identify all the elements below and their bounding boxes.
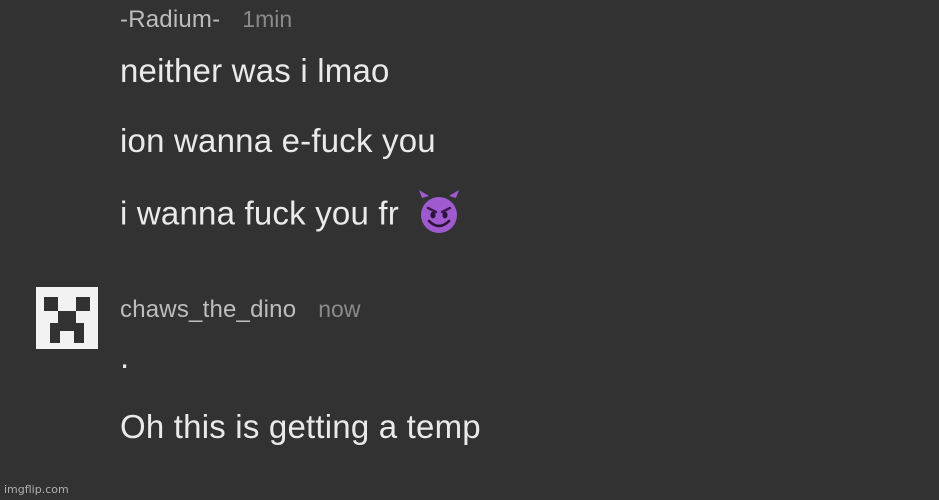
timestamp: now — [318, 296, 361, 322]
timestamp: 1min — [242, 6, 293, 32]
username[interactable]: -Radium- — [120, 6, 220, 34]
watermark-text: imgflip.com — [4, 483, 69, 496]
message-line: ion wanna e-fuck you — [120, 122, 436, 159]
username[interactable]: chaws_the_dino — [120, 296, 296, 324]
message-line-with-emoji: i wanna fuck you fr — [120, 190, 462, 239]
message-line: Oh this is getting a temp — [120, 408, 481, 445]
smiling-devil-icon — [419, 190, 460, 233]
message-line: . — [120, 338, 130, 375]
chat-view: -Radium- 1min neither was i lmao ion wan… — [0, 0, 939, 500]
pixel-creeper-icon[interactable] — [36, 287, 98, 349]
message-line-text: i wanna fuck you fr — [120, 194, 399, 232]
message-line: neither was i lmao — [120, 52, 390, 89]
message-header: chaws_the_dino now — [120, 296, 360, 324]
message-header: -Radium- 1min — [120, 6, 292, 34]
